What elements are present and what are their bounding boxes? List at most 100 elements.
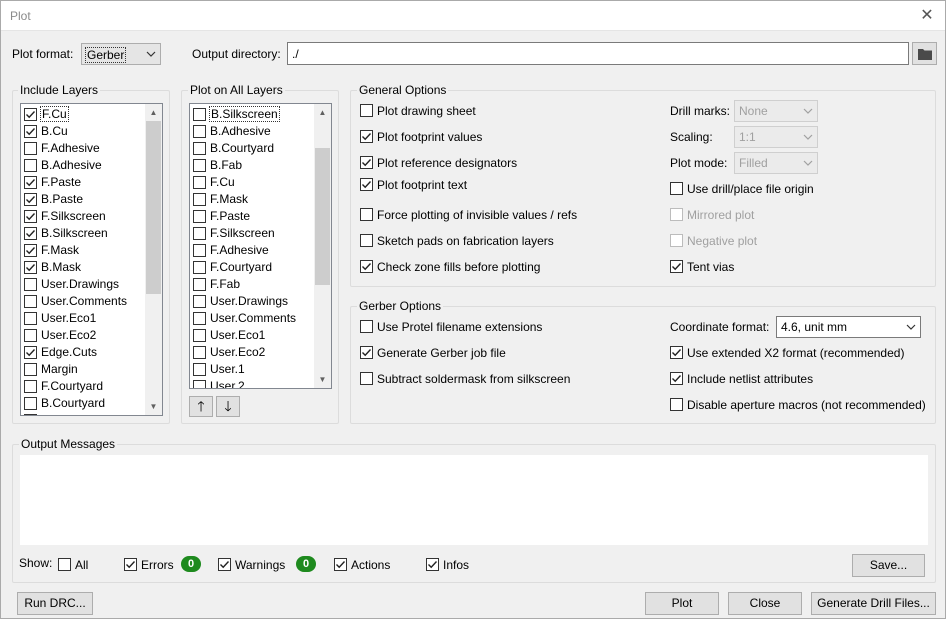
- checkbox[interactable]: [360, 156, 373, 169]
- checkbox[interactable]: [360, 104, 373, 117]
- checkbox[interactable]: [24, 244, 37, 257]
- checkbox[interactable]: [360, 130, 373, 143]
- chevron-down-icon: [906, 324, 916, 330]
- checkbox[interactable]: [24, 346, 37, 359]
- layer-label: User.Eco1: [41, 311, 97, 325]
- checkbox[interactable]: [193, 329, 206, 342]
- checkbox[interactable]: [670, 182, 683, 195]
- checkbox[interactable]: [24, 278, 37, 291]
- drill-marks-select[interactable]: None: [734, 100, 818, 122]
- layer-label: F.Silkscreen: [41, 209, 106, 223]
- checkbox[interactable]: [193, 159, 206, 172]
- checkbox[interactable]: [24, 159, 37, 172]
- checkbox[interactable]: [193, 142, 206, 155]
- checkbox[interactable]: [24, 125, 37, 138]
- checkbox[interactable]: [360, 260, 373, 273]
- scroll-down-icon[interactable]: ▼: [314, 371, 331, 388]
- checkbox[interactable]: [360, 346, 373, 359]
- checkbox[interactable]: [124, 558, 137, 571]
- scroll-down-icon[interactable]: ▼: [145, 398, 162, 415]
- checkbox[interactable]: [24, 176, 37, 189]
- checkbox[interactable]: [670, 346, 683, 359]
- checkbox[interactable]: [670, 260, 683, 273]
- checkbox[interactable]: [360, 234, 373, 247]
- plot-mode-select[interactable]: Filled: [734, 152, 818, 174]
- checkbox[interactable]: [670, 372, 683, 385]
- option-label: Subtract soldermask from silkscreen: [377, 372, 571, 386]
- checkbox[interactable]: [24, 142, 37, 155]
- save-messages-button[interactable]: Save...: [852, 554, 925, 577]
- checkbox[interactable]: [193, 193, 206, 206]
- close-button[interactable]: Close: [728, 592, 802, 615]
- checkbox[interactable]: [360, 208, 373, 221]
- checkbox[interactable]: [193, 125, 206, 138]
- checkbox[interactable]: [193, 244, 206, 257]
- run-drc-button[interactable]: Run DRC...: [17, 592, 93, 615]
- checkbox[interactable]: [24, 108, 37, 121]
- move-up-button[interactable]: 🡑: [189, 396, 213, 417]
- scroll-thumb[interactable]: [315, 148, 330, 285]
- checkbox[interactable]: [58, 558, 71, 571]
- checkbox[interactable]: [24, 210, 37, 223]
- checkbox[interactable]: [360, 372, 373, 385]
- scaling-select[interactable]: 1:1: [734, 126, 818, 148]
- generate-drill-files-button[interactable]: Generate Drill Files...: [811, 592, 936, 615]
- checkbox[interactable]: [670, 398, 683, 411]
- scroll-thumb[interactable]: [146, 121, 161, 294]
- plot-format-select[interactable]: Gerber: [81, 43, 161, 65]
- checkbox[interactable]: [193, 108, 206, 121]
- layer-label: User.Eco2: [210, 345, 266, 359]
- layer-label: B.Adhesive: [210, 124, 271, 138]
- checkbox[interactable]: [24, 380, 37, 393]
- checkbox[interactable]: [193, 363, 206, 376]
- checkbox[interactable]: [193, 261, 206, 274]
- checkbox[interactable]: [193, 176, 206, 189]
- plot-all-layers-scrollbar[interactable]: ▲ ▼: [314, 104, 331, 388]
- output-messages-area[interactable]: [19, 454, 929, 546]
- checkbox[interactable]: [24, 193, 37, 206]
- checkbox[interactable]: [24, 363, 37, 376]
- checkbox[interactable]: [193, 210, 206, 223]
- option-label: Use Protel filename extensions: [377, 320, 543, 334]
- checkbox[interactable]: [193, 380, 206, 388]
- checkbox[interactable]: [193, 295, 206, 308]
- output-directory-input[interactable]: [287, 42, 909, 65]
- plot-all-layers-list[interactable]: User.2 User.1 User.Eco2 User.Eco1 User.Comme…: [189, 103, 332, 389]
- checkbox[interactable]: [670, 208, 683, 221]
- option-label: Force plotting of invisible values / ref…: [377, 208, 578, 222]
- checkbox[interactable]: [193, 278, 206, 291]
- checkbox[interactable]: [24, 295, 37, 308]
- checkbox[interactable]: [193, 227, 206, 240]
- browse-folder-button[interactable]: [912, 42, 937, 65]
- checkbox[interactable]: [24, 227, 37, 240]
- checkbox[interactable]: [24, 261, 37, 274]
- output-directory-field[interactable]: [288, 43, 908, 64]
- layer-label: User.1: [210, 362, 245, 376]
- checkbox[interactable]: [193, 346, 206, 359]
- include-layers-scrollbar[interactable]: ▲ ▼: [145, 104, 162, 415]
- layer-label: User.Eco2: [41, 328, 97, 342]
- checkbox[interactable]: [360, 178, 373, 191]
- checkbox[interactable]: [426, 558, 439, 571]
- layer-label: F.Adhesive: [41, 141, 100, 155]
- plot-all-layers-title: Plot on All Layers: [188, 83, 285, 97]
- move-down-button[interactable]: 🡓: [216, 396, 240, 417]
- scroll-up-icon[interactable]: ▲: [314, 104, 331, 121]
- checkbox[interactable]: [334, 558, 347, 571]
- option-label: Generate Gerber job file: [377, 346, 506, 360]
- checkbox[interactable]: [24, 414, 37, 415]
- checkbox[interactable]: [670, 234, 683, 247]
- plot-button[interactable]: Plot: [645, 592, 719, 615]
- checkbox[interactable]: [360, 320, 373, 333]
- gerber-options-title: Gerber Options: [357, 299, 444, 313]
- checkbox[interactable]: [24, 397, 37, 410]
- coordinate-format-select[interactable]: 4.6, unit mm: [776, 316, 921, 338]
- close-window-icon[interactable]: ✕: [915, 6, 939, 26]
- checkbox[interactable]: [24, 329, 37, 342]
- include-layers-list[interactable]: F.Fab B.Courtyard F.Courtyard Margin Edge.Cu…: [20, 103, 163, 416]
- scroll-up-icon[interactable]: ▲: [145, 104, 162, 121]
- checkbox[interactable]: [193, 312, 206, 325]
- checkbox[interactable]: [218, 558, 231, 571]
- layer-label: F.Paste: [41, 175, 82, 189]
- checkbox[interactable]: [24, 312, 37, 325]
